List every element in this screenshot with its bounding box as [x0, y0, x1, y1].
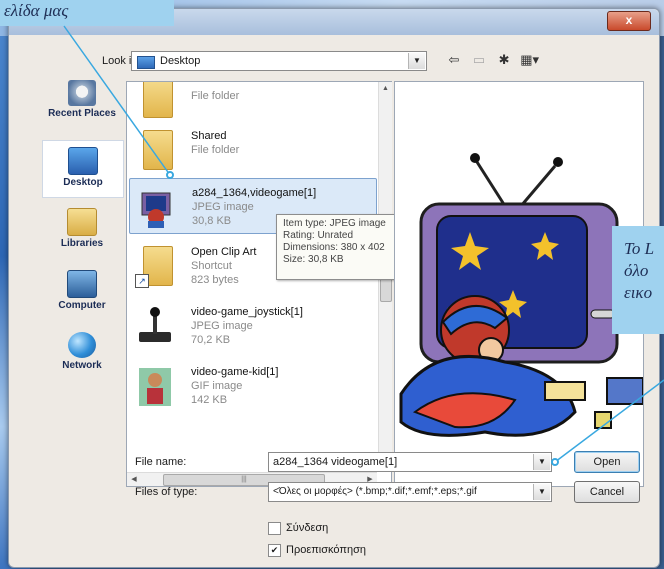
callout-lines — [63, 25, 664, 463]
callout-dot — [551, 458, 559, 466]
callout-right-line2: όλο — [624, 261, 649, 280]
callout-right: Το L όλο εικο — [612, 226, 664, 334]
callout-right-line1: Το L — [624, 239, 655, 258]
callout-dot — [166, 171, 174, 179]
callout-right-line3: εικο — [624, 283, 653, 302]
